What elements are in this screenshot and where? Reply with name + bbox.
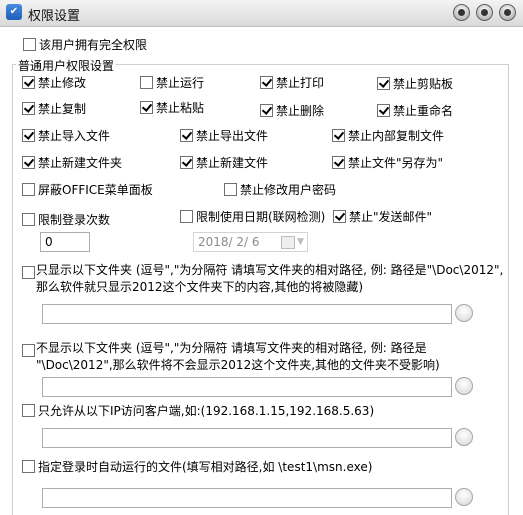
perm-no-copy[interactable]: 禁止复制 — [22, 100, 86, 117]
checkbox-label: 禁止粘贴 — [156, 101, 205, 115]
calendar-icon — [281, 236, 295, 249]
checkbox-label: 禁止剪贴板 — [393, 77, 454, 91]
title-bar: ✔ 权限设置 — [0, 0, 523, 27]
chevron-down-icon: ▼ — [297, 237, 304, 247]
checkbox-label: 禁止导入文件 — [38, 129, 111, 143]
only-show-checkbox[interactable] — [22, 266, 35, 279]
checkbox-box[interactable] — [22, 102, 35, 115]
browse-button[interactable] — [455, 488, 473, 506]
shield-icon: ✔ — [6, 4, 22, 20]
only-show-line2: 那么软件就只显示2012这个文件夹下的内容,其他的将被隐藏) — [36, 280, 364, 294]
checkbox-label: 限制使用日期(联网检测) — [196, 210, 326, 224]
checkbox-box[interactable] — [333, 210, 346, 223]
checkbox-label: 禁止"发送邮件" — [349, 210, 433, 224]
hide-folders-line2: "\Doc\2012",那么软件将不会显示2012这个文件夹,其他的文件夹不受影… — [36, 358, 440, 372]
checkbox-box[interactable] — [22, 460, 35, 473]
checkbox-box[interactable] — [180, 156, 193, 169]
full-control-checkbox[interactable]: 该用户拥有完全权限 — [23, 36, 147, 53]
checkbox-label: 禁止文件"另存为" — [348, 156, 444, 170]
hide-folders-description: 不显示以下文件夹 (逗号","为分隔符 请填写文件夹的相对路径, 例: 路径是 … — [36, 340, 440, 374]
checkbox-box[interactable] — [22, 156, 35, 169]
only-show-input[interactable] — [42, 304, 452, 324]
perm-no-delete[interactable]: 禁止删除 — [260, 102, 324, 119]
hide-folders-line1: 不显示以下文件夹 (逗号","为分隔符 请填写文件夹的相对路径, 例: 路径是 — [36, 341, 427, 355]
perm-no-export[interactable]: 禁止导出文件 — [180, 127, 268, 144]
checkbox-label: 屏蔽OFFICE菜单面板 — [38, 183, 153, 197]
group-title: 普通用户权限设置 — [16, 57, 117, 74]
permission-settings-window: ✔ 权限设置 该用户拥有完全权限 普通用户权限设置 禁止修改 禁止运行 禁止打印… — [0, 0, 523, 515]
checkbox-label: 禁止修改用户密码 — [240, 183, 337, 197]
checkbox-label: 该用户拥有完全权限 — [39, 38, 148, 52]
checkbox-box[interactable] — [140, 76, 153, 89]
perm-no-new-folder[interactable]: 禁止新建文件夹 — [22, 154, 122, 171]
checkbox-label: 禁止复制 — [38, 102, 87, 116]
checkbox-box[interactable] — [332, 156, 345, 169]
checkbox-label: 只允许从以下IP访问客户端,如:(192.168.1.15,192.168.5.… — [38, 404, 375, 418]
only-show-line1: 只显示以下文件夹 (逗号","为分隔符 请填写文件夹的相对路径, 例: 路径是"… — [36, 263, 504, 277]
hide-folders-checkbox[interactable] — [22, 344, 35, 357]
browse-button[interactable] — [455, 304, 473, 322]
browse-button[interactable] — [455, 428, 473, 446]
checkbox-box[interactable] — [22, 76, 35, 89]
date-picker[interactable]: 2018/ 2/ 6 ▼ — [193, 232, 308, 252]
autorun-checkbox[interactable]: 指定登录时自动运行的文件(填写相对路径,如 \test1\msn.exe) — [22, 458, 372, 475]
no-email-checkbox[interactable]: 禁止"发送邮件" — [333, 208, 432, 225]
checkbox-label: 禁止修改 — [38, 76, 87, 90]
date-value: 2018/ 2/ 6 — [198, 235, 260, 249]
checkbox-label: 禁止内部复制文件 — [348, 129, 445, 143]
ip-allow-checkbox[interactable]: 只允许从以下IP访问客户端,如:(192.168.1.15,192.168.5.… — [22, 402, 374, 419]
perm-no-run[interactable]: 禁止运行 — [140, 74, 204, 91]
checkbox-label: 禁止导出文件 — [196, 129, 269, 143]
window-title: 权限设置 — [28, 9, 81, 24]
perm-no-change-password[interactable]: 禁止修改用户密码 — [224, 181, 336, 198]
limit-date-checkbox[interactable]: 限制使用日期(联网检测) — [180, 208, 325, 225]
perm-no-modify[interactable]: 禁止修改 — [22, 74, 86, 91]
checkbox-label: 限制登录次数 — [38, 213, 111, 227]
checkbox-box[interactable] — [140, 101, 153, 114]
checkbox-box[interactable] — [22, 404, 35, 417]
maximize-button[interactable] — [476, 4, 493, 21]
only-show-description: 只显示以下文件夹 (逗号","为分隔符 请填写文件夹的相对路径, 例: 路径是"… — [36, 262, 503, 296]
close-button[interactable] — [499, 4, 516, 21]
checkbox-box[interactable] — [23, 38, 36, 51]
checkbox-label: 指定登录时自动运行的文件(填写相对路径,如 \test1\msn.exe) — [38, 460, 373, 474]
checkbox-box[interactable] — [260, 104, 273, 117]
checkbox-label: 禁止新建文件夹 — [38, 156, 123, 170]
perm-no-internal-copy[interactable]: 禁止内部复制文件 — [332, 127, 444, 144]
ip-allow-input[interactable] — [42, 428, 452, 448]
browse-button[interactable] — [455, 377, 473, 395]
minimize-button[interactable] — [453, 4, 470, 21]
checkbox-label: 禁止重命名 — [393, 104, 454, 118]
checkbox-label: 禁止运行 — [156, 76, 205, 90]
checkbox-box[interactable] — [224, 183, 237, 196]
autorun-input[interactable] — [42, 488, 452, 508]
checkbox-box[interactable] — [180, 210, 193, 223]
checkbox-label: 禁止删除 — [276, 104, 325, 118]
perm-hide-office-ribbon[interactable]: 屏蔽OFFICE菜单面板 — [22, 181, 153, 198]
checkbox-box[interactable] — [332, 129, 345, 142]
checkbox-label: 禁止新建文件 — [196, 156, 269, 170]
checkbox-box[interactable] — [22, 213, 35, 226]
checkbox-label: 禁止打印 — [276, 76, 325, 90]
perm-no-new-file[interactable]: 禁止新建文件 — [180, 154, 268, 171]
perm-no-print[interactable]: 禁止打印 — [260, 74, 324, 91]
perm-no-import[interactable]: 禁止导入文件 — [22, 127, 110, 144]
hide-folders-input[interactable] — [42, 377, 452, 397]
checkbox-box[interactable] — [180, 129, 193, 142]
limit-login-checkbox[interactable]: 限制登录次数 — [22, 211, 110, 228]
perm-no-clipboard[interactable]: 禁止剪贴板 — [377, 75, 453, 92]
checkbox-box[interactable] — [377, 104, 390, 117]
checkbox-box[interactable] — [260, 76, 273, 89]
login-count-input[interactable]: 0 — [40, 232, 90, 252]
perm-no-save-as[interactable]: 禁止文件"另存为" — [332, 154, 443, 171]
perm-no-paste[interactable]: 禁止粘贴 — [140, 99, 204, 116]
checkbox-box[interactable] — [377, 77, 390, 90]
checkbox-box[interactable] — [22, 129, 35, 142]
checkbox-box[interactable] — [22, 183, 35, 196]
perm-no-rename[interactable]: 禁止重命名 — [377, 102, 453, 119]
